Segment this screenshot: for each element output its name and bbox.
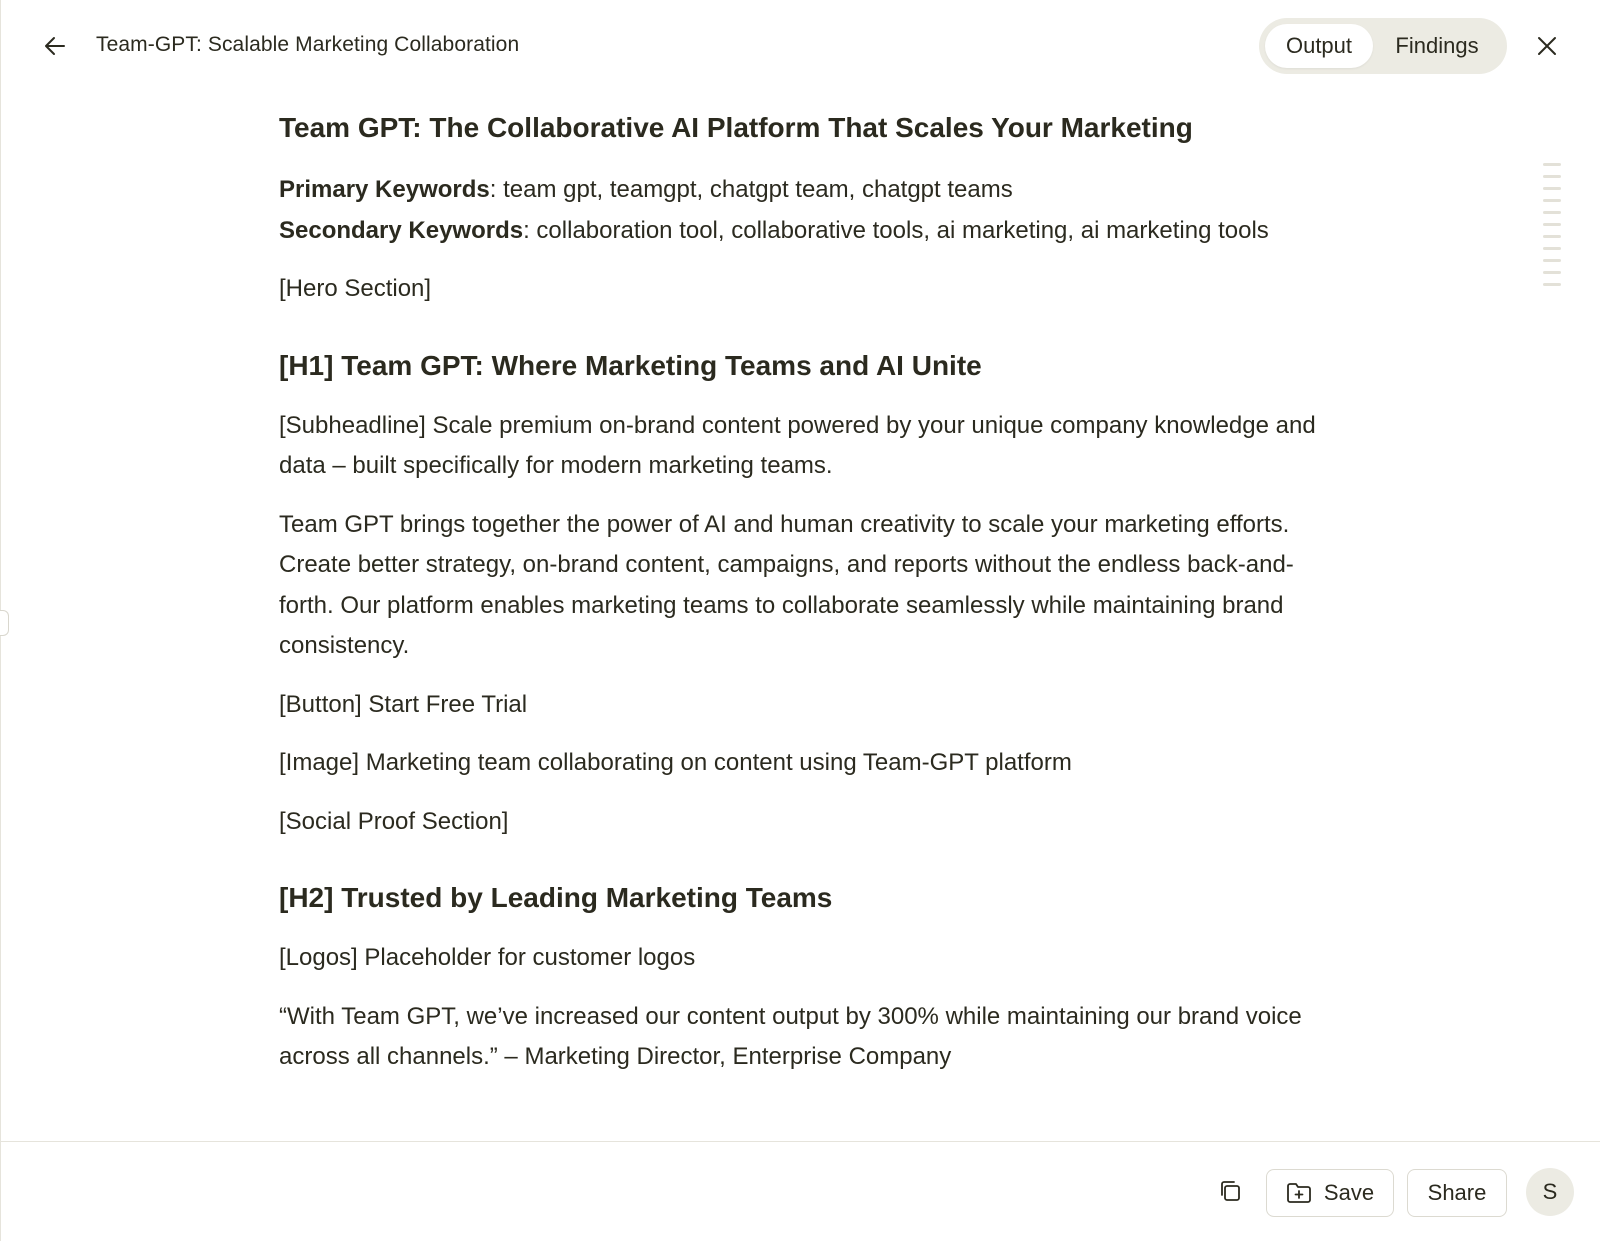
social-proof-section-label: [Social Proof Section]	[279, 807, 509, 835]
outline-tick[interactable]	[1543, 211, 1561, 214]
outline-tick[interactable]	[1543, 223, 1561, 226]
close-icon	[1538, 37, 1556, 55]
outline-tick[interactable]	[1543, 235, 1561, 238]
folder-plus-icon	[1287, 1183, 1311, 1203]
close-button[interactable]	[1531, 30, 1563, 62]
secondary-keywords: Secondary Keywords: collaboration tool, …	[279, 211, 1324, 252]
view-toggle: Output Findings	[1259, 18, 1507, 74]
arrow-left-icon	[45, 37, 65, 55]
save-label: Save	[1323, 1180, 1375, 1205]
share-button[interactable]: Share	[1407, 1169, 1507, 1217]
secondary-keywords-value: : collaboration tool, collaborative tool…	[523, 216, 1269, 244]
avatar[interactable]: S	[1526, 1168, 1574, 1216]
back-button[interactable]	[39, 30, 71, 62]
document-outline[interactable]	[1543, 163, 1563, 295]
h2-heading: [H2] Trusted by Leading Marketing Teams	[279, 882, 833, 913]
keywords-block: Primary Keywords: team gpt, teamgpt, cha…	[279, 170, 1324, 251]
outline-tick[interactable]	[1543, 163, 1561, 166]
app-window: Team-GPT: Scalable Marketing Collaborati…	[0, 0, 1600, 1241]
copy-button[interactable]	[1213, 1174, 1247, 1208]
testimonial: “With Team GPT, we’ve increased our cont…	[279, 1002, 1302, 1071]
outline-tick[interactable]	[1543, 259, 1561, 262]
tab-output[interactable]: Output	[1265, 24, 1373, 68]
primary-keywords-label: Primary Keywords	[279, 176, 490, 203]
tab-findings[interactable]: Findings	[1373, 24, 1501, 68]
outline-tick[interactable]	[1543, 247, 1561, 250]
outline-tick[interactable]	[1543, 271, 1561, 274]
body-paragraph: Team GPT brings together the power of AI…	[279, 510, 1294, 660]
document-heading: Team GPT: The Collaborative AI Platform …	[279, 112, 1193, 143]
secondary-keywords-label: Secondary Keywords	[279, 216, 524, 244]
document-content: Team GPT: The Collaborative AI Platform …	[279, 108, 1324, 1138]
button-line: [Button] Start Free Trial	[279, 690, 528, 718]
hero-section-label: [Hero Section]	[279, 275, 432, 302]
outline-tick[interactable]	[1543, 199, 1561, 202]
footer-bar: Save Share S	[1, 1141, 1600, 1241]
primary-keywords-value: : team gpt, teamgpt, chatgpt team, chatg…	[489, 176, 1013, 203]
image-line: [Image] Marketing team collaborating on …	[279, 749, 1072, 776]
subheadline: [Subheadline] Scale premium on-brand con…	[279, 411, 1316, 480]
outline-tick[interactable]	[1543, 175, 1561, 178]
save-button[interactable]: Save	[1266, 1169, 1394, 1217]
copy-icon	[1221, 1181, 1240, 1201]
outline-tick[interactable]	[1543, 187, 1561, 190]
primary-keywords: Primary Keywords: team gpt, teamgpt, cha…	[279, 170, 1324, 211]
logos-line: [Logos] Placeholder for customer logos	[279, 944, 696, 971]
h1-heading: [H1] Team GPT: Where Marketing Teams and…	[279, 349, 982, 381]
document-title: Team-GPT: Scalable Marketing Collaborati…	[96, 33, 520, 56]
outline-tick[interactable]	[1543, 283, 1561, 286]
sidebar-resize-handle[interactable]	[0, 610, 9, 636]
header: Team-GPT: Scalable Marketing Collaborati…	[1, 0, 1600, 92]
